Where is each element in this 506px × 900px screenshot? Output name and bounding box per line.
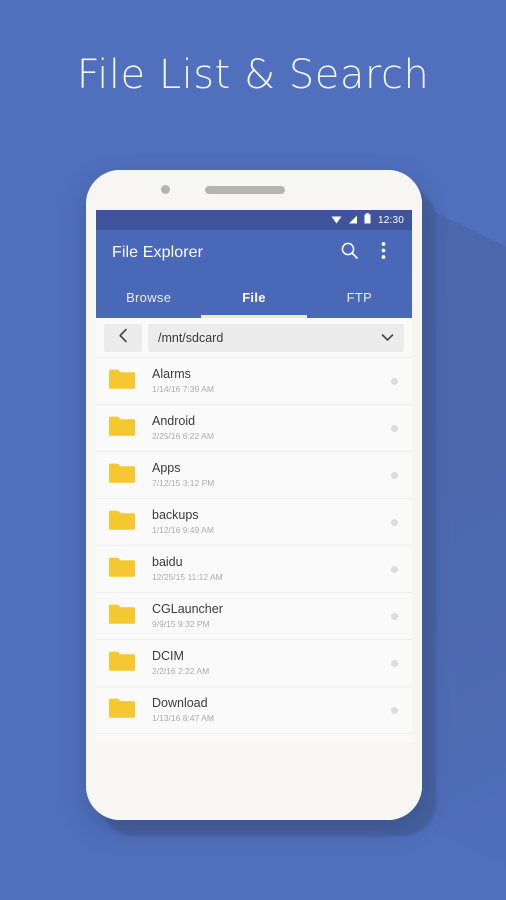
row-indicator-dot[interactable] (391, 565, 398, 573)
chevron-left-icon (118, 328, 129, 348)
file-text: Apps 7/12/15 3:12 PM (138, 461, 391, 489)
folder-icon (108, 556, 138, 583)
phone-bottom-bezel (86, 743, 422, 820)
chevron-down-icon[interactable] (381, 329, 394, 347)
file-text: backups 1/12/16 9:49 AM (138, 508, 391, 536)
promo-headline: File List & Search (76, 52, 430, 98)
file-name: DCIM (152, 649, 184, 663)
file-date: 1/14/16 7:39 AM (152, 384, 214, 394)
file-date: 1/12/16 9:49 AM (152, 525, 214, 535)
table-row[interactable]: DCIM 2/2/16 2:22 AM (96, 640, 412, 687)
file-name: Download (152, 696, 208, 710)
table-row[interactable]: CGLauncher 9/9/15 9:32 PM (96, 593, 412, 640)
file-name: backups (152, 508, 199, 522)
table-row[interactable]: backups 1/12/16 9:49 AM (96, 499, 412, 546)
phone-top-bezel (86, 170, 422, 210)
file-text: Android 2/25/16 6:22 AM (138, 414, 391, 442)
overflow-menu-button[interactable] (366, 236, 400, 270)
tab-bar: Browse File FTP (96, 276, 412, 318)
file-date: 1/13/16 8:47 AM (152, 713, 214, 723)
tab-file-label: File (242, 289, 266, 305)
row-indicator-dot[interactable] (391, 612, 398, 620)
table-row[interactable]: Alarms 1/14/16 7:39 AM (96, 358, 412, 405)
path-input[interactable]: /mnt/sdcard (148, 323, 404, 352)
table-row[interactable]: Download 1/13/16 8:47 AM (96, 687, 412, 734)
path-value: /mnt/sdcard (158, 330, 224, 345)
row-indicator-dot[interactable] (391, 659, 398, 667)
file-text: DCIM 2/2/16 2:22 AM (138, 649, 391, 677)
file-date: 9/9/15 9:32 PM (152, 619, 210, 629)
folder-icon (108, 462, 138, 489)
file-name: Alarms (152, 367, 191, 381)
signal-icon (348, 211, 358, 229)
file-date: 2/25/16 6:22 AM (152, 431, 214, 441)
tab-browse-label: Browse (126, 289, 172, 305)
tab-file[interactable]: File (201, 276, 306, 318)
front-camera-icon (161, 185, 170, 194)
table-row[interactable]: baidu 12/25/15 11:12 AM (96, 546, 412, 593)
table-row[interactable]: Apps 7/12/15 3:12 PM (96, 452, 412, 499)
row-indicator-dot[interactable] (391, 377, 398, 385)
file-text: baidu 12/25/15 11:12 AM (138, 555, 391, 583)
battery-icon (364, 211, 371, 229)
folder-icon (108, 368, 138, 395)
status-bar-time: 12:30 (377, 214, 404, 226)
file-name: CGLauncher (152, 602, 223, 616)
row-indicator-dot[interactable] (391, 471, 398, 479)
file-text: CGLauncher 9/9/15 9:32 PM (138, 602, 391, 630)
file-name: Android (152, 414, 196, 428)
app-bar: File Explorer (96, 230, 412, 276)
file-date: 12/25/15 11:12 AM (152, 572, 223, 582)
table-row[interactable]: Android 2/25/16 6:22 AM (96, 405, 412, 452)
row-indicator-dot[interactable] (391, 424, 398, 432)
phone-screen: 12:30 File Explorer Browse File FTP /mnt… (96, 210, 412, 743)
tab-selected-indicator (201, 315, 307, 318)
search-icon (340, 241, 359, 265)
file-text: Alarms 1/14/16 7:39 AM (138, 367, 391, 395)
file-name: baidu (152, 555, 183, 569)
file-date: 2/2/16 2:22 AM (152, 666, 210, 676)
table-row[interactable]: Eshop 1/22/16 9:22 AM (96, 734, 412, 743)
overflow-menu-icon (381, 241, 386, 265)
tab-ftp-label: FTP (346, 289, 373, 305)
tab-browse[interactable]: Browse (96, 276, 201, 318)
search-button[interactable] (332, 236, 366, 270)
row-indicator-dot[interactable] (391, 706, 398, 714)
status-bar: 12:30 (96, 210, 412, 230)
tab-ftp[interactable]: FTP (307, 276, 412, 318)
phone-mockup: 12:30 File Explorer Browse File FTP /mnt… (86, 170, 422, 820)
file-list[interactable]: Alarms 1/14/16 7:39 AM Android 2/25/16 6… (96, 358, 412, 743)
app-title: File Explorer (112, 244, 204, 261)
folder-icon (108, 697, 138, 724)
folder-icon (108, 415, 138, 442)
earpiece-speaker (205, 186, 285, 194)
path-back-button[interactable] (104, 323, 142, 352)
folder-icon (108, 650, 138, 677)
folder-icon (108, 603, 138, 630)
wifi-icon (331, 211, 342, 229)
path-bar: /mnt/sdcard (96, 318, 412, 358)
folder-icon (108, 509, 138, 536)
file-text: Download 1/13/16 8:47 AM (138, 696, 391, 724)
file-date: 7/12/15 3:12 PM (152, 478, 215, 488)
file-name: Apps (152, 461, 181, 475)
row-indicator-dot[interactable] (391, 518, 398, 526)
